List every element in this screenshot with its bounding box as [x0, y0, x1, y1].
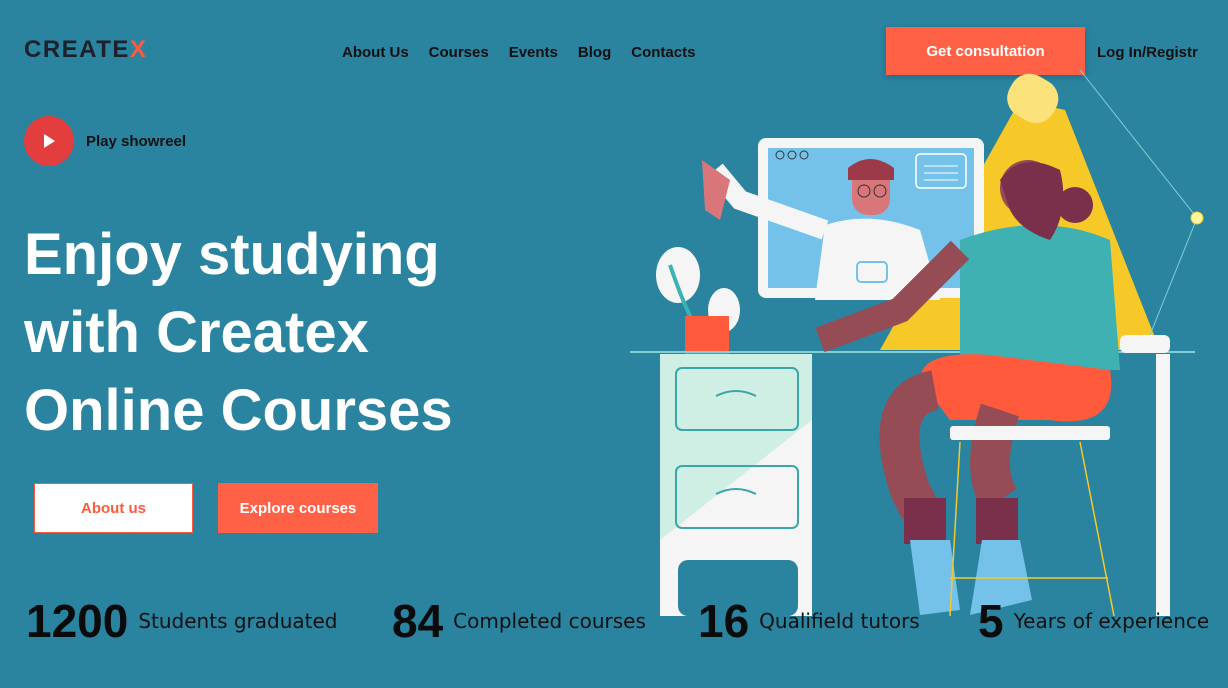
- stat-courses: 84 Completed courses: [392, 595, 646, 647]
- stat-students: 1200 Students graduated: [26, 595, 338, 647]
- stat-label: Students graduated: [138, 609, 338, 633]
- main-nav: About Us Courses Events Blog Contacts: [342, 44, 695, 61]
- stat-label: Completed courses: [453, 609, 646, 633]
- nav-blog[interactable]: Blog: [578, 44, 611, 61]
- play-showreel[interactable]: Play showreel: [24, 116, 186, 166]
- stat-number: 84: [392, 595, 444, 647]
- logo[interactable]: CREATEX: [24, 36, 147, 64]
- nav-events[interactable]: Events: [509, 44, 558, 61]
- explore-courses-button[interactable]: Explore courses: [218, 483, 378, 533]
- hero-line: with Createx: [24, 300, 369, 365]
- hero-title: Enjoy studying with Createx Online Cours…: [24, 216, 484, 450]
- play-icon[interactable]: [24, 116, 74, 166]
- stat-experience: 5 Years of experience: [978, 595, 1209, 647]
- study-illustration: [630, 70, 1204, 617]
- nav-courses[interactable]: Courses: [429, 44, 489, 61]
- logo-text: CREATE: [24, 36, 130, 63]
- play-showreel-label: Play showreel: [86, 132, 187, 150]
- stat-number: 1200: [26, 595, 129, 647]
- get-consultation-button[interactable]: Get consultation: [886, 27, 1085, 75]
- nav-about-us[interactable]: About Us: [342, 44, 409, 61]
- hero-line: Enjoy studying: [24, 222, 440, 287]
- stat-label: Years of experience: [1013, 609, 1210, 633]
- hero-line: Online Courses: [24, 378, 453, 443]
- stat-number: 16: [698, 595, 750, 647]
- logo-accent: X: [129, 36, 148, 63]
- stat-tutors: 16 Qualifield tutors: [698, 595, 920, 647]
- nav-contacts[interactable]: Contacts: [631, 44, 695, 61]
- stat-number: 5: [978, 595, 1004, 647]
- stat-label: Qualifield tutors: [759, 609, 920, 633]
- about-us-button[interactable]: About us: [34, 483, 193, 533]
- login-register-link[interactable]: Log In/Registr: [1097, 44, 1198, 61]
